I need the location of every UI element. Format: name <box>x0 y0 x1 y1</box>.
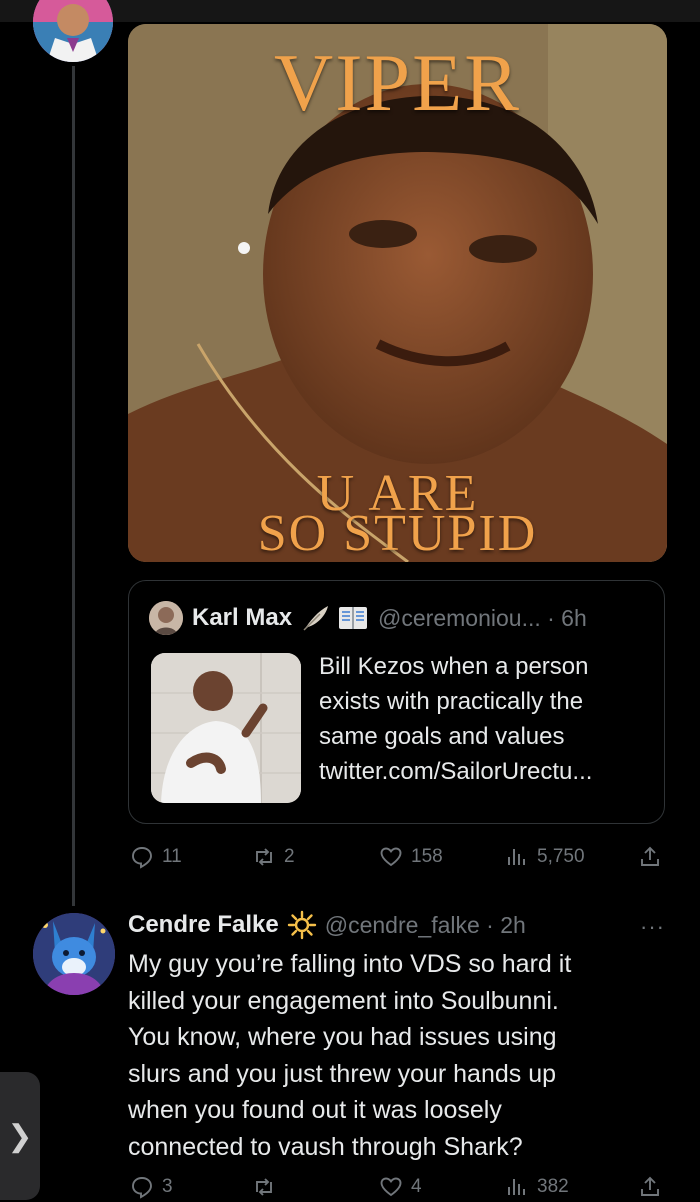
quoted-photo <box>151 653 301 803</box>
top-author-avatar[interactable] <box>33 0 113 62</box>
book-icon <box>338 605 368 631</box>
tweet-action-bar: 11 2 158 5,750 <box>128 842 668 872</box>
reply-text-line: connected to vaush through Shark? <box>128 1132 523 1161</box>
repost-icon <box>256 1178 272 1196</box>
repost-icon <box>256 848 272 866</box>
like-button[interactable]: 158 <box>379 842 443 872</box>
share-icon <box>641 1176 659 1196</box>
quill-icon <box>300 603 330 633</box>
quoted-text-line: Bill Kezos when a person <box>319 653 589 680</box>
views-button[interactable]: 382 <box>505 1172 569 1202</box>
quoted-avatar-image <box>149 601 183 635</box>
quoted-tweet-image[interactable] <box>151 653 301 803</box>
reply-text-line: You know, where you had issues using <box>128 1023 557 1051</box>
reply-button[interactable]: 11 <box>130 842 182 872</box>
reply-text-line: My guy you’re falling into VDS so hard i… <box>128 950 572 978</box>
views-icon <box>508 1179 525 1195</box>
reply-icon <box>132 847 152 869</box>
views-icon <box>508 849 525 865</box>
reply-author-name[interactable]: Cendre Falke <box>128 911 279 939</box>
chevron-right-icon: ❯ <box>7 1119 33 1153</box>
repost-button[interactable]: 2 <box>252 842 295 872</box>
reply-icon <box>132 1177 152 1199</box>
quoted-tweet-text: Bill Kezos when a person exists with pra… <box>319 649 649 789</box>
views-count: 5,750 <box>537 846 585 867</box>
share-icon <box>641 846 659 866</box>
sun-icon <box>287 910 317 940</box>
quoted-tweet-card[interactable]: Karl Max @ceremoniou... · 6h Bill Kezos … <box>128 580 665 824</box>
like-count: 158 <box>411 846 443 867</box>
repost-button[interactable] <box>252 1172 284 1202</box>
views-count: 382 <box>537 1176 569 1197</box>
quoted-link[interactable]: twitter.com/SailorUrectu... <box>319 754 649 789</box>
thread-connector-line <box>72 66 75 906</box>
avatar-illustration <box>33 0 113 62</box>
views-button[interactable]: 5,750 <box>505 842 585 872</box>
repost-count: 2 <box>284 846 295 867</box>
quoted-author-avatar[interactable] <box>149 601 183 635</box>
side-panel-toggle[interactable]: ❯ <box>0 1072 40 1200</box>
reply-tweet-header: Cendre Falke @cendre_falke · 2h <box>128 908 526 942</box>
more-options-button[interactable]: ··· <box>640 914 665 940</box>
reply-count: 11 <box>162 846 182 867</box>
reply-button[interactable]: 3 <box>130 1172 173 1202</box>
like-button[interactable]: 4 <box>379 1172 422 1202</box>
share-button[interactable] <box>638 1172 670 1202</box>
like-icon <box>380 847 402 867</box>
quoted-text-line: same goals and values <box>319 723 565 750</box>
reply-text-line: slurs and you just threw your hands up <box>128 1059 557 1088</box>
share-button[interactable] <box>638 842 670 872</box>
like-icon <box>380 1177 402 1197</box>
reply-text-line: when you found out it was loosely <box>128 1096 502 1124</box>
reply-author-handle-time: @cendre_falke · 2h <box>324 911 526 938</box>
quoted-text-line: exists with practically the <box>319 688 584 715</box>
reply-action-bar: 3 4 382 <box>128 1172 668 1202</box>
quoted-author-name[interactable]: Karl Max <box>192 604 292 632</box>
reply-tweet-text: My guy you’re falling into VDS so hard i… <box>128 946 668 1165</box>
tweet-media-image[interactable]: VIPER U ARE SO STUPID <box>128 24 667 562</box>
reply-avatar-illustration <box>33 913 115 995</box>
reply-author-avatar[interactable] <box>33 913 115 995</box>
quoted-tweet-header: Karl Max @ceremoniou... · 6h <box>149 601 587 635</box>
meme-top-caption: VIPER <box>274 37 521 128</box>
like-count: 4 <box>411 1176 422 1197</box>
reply-count: 3 <box>162 1176 173 1197</box>
meme-bottom-caption-line2: SO STUPID <box>257 505 538 562</box>
quoted-author-handle-time: @ceremoniou... · 6h <box>378 604 587 631</box>
reply-text-line: killed your engagement into Soulbunni. <box>128 986 559 1015</box>
